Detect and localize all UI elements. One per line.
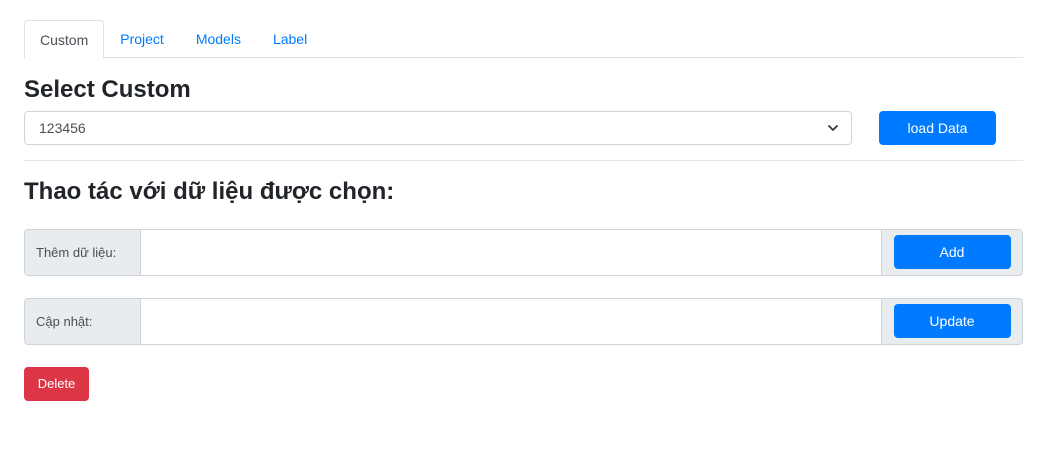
- update-data-label: Cập nhật:: [25, 298, 141, 344]
- custom-select-value: 123456: [39, 119, 86, 136]
- chevron-down-icon: [827, 122, 839, 134]
- tab-models[interactable]: Models: [180, 20, 257, 58]
- tab-project[interactable]: Project: [104, 20, 180, 58]
- update-data-group: Cập nhật: Update: [24, 297, 1023, 345]
- custom-select[interactable]: 123456: [24, 110, 852, 145]
- divider: [24, 159, 1023, 161]
- update-button[interactable]: Update: [893, 304, 1011, 339]
- update-data-input[interactable]: [141, 298, 881, 344]
- update-button-wrapper: Update: [881, 298, 1022, 344]
- select-custom-title: Select Custom: [24, 76, 191, 103]
- tab-bar: Custom Project Models Label: [24, 20, 1023, 59]
- add-data-group: Thêm dữ liệu: Add: [24, 228, 1023, 276]
- add-data-label: Thêm dữ liệu:: [25, 229, 141, 275]
- delete-button[interactable]: Delete: [24, 366, 89, 401]
- data-operations-title: Thao tác với dữ liệu được chọn:: [24, 177, 395, 205]
- page-container: Custom Project Models Label Select Custo…: [24, 20, 1023, 401]
- add-button[interactable]: Add: [893, 235, 1011, 270]
- add-button-wrapper: Add: [881, 229, 1022, 275]
- load-data-button[interactable]: load Data: [879, 110, 996, 145]
- tab-custom[interactable]: Custom: [24, 20, 105, 59]
- tab-label[interactable]: Label: [257, 20, 323, 58]
- add-data-input[interactable]: [141, 229, 881, 275]
- select-row: 123456 load Data: [24, 110, 1023, 145]
